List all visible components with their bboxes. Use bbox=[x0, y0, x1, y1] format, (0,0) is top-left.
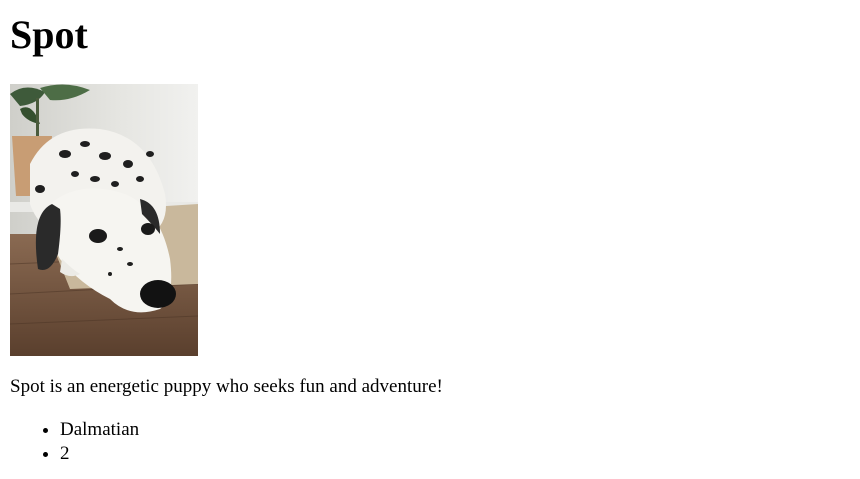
list-item: 2 bbox=[60, 442, 850, 466]
page-title: Spot bbox=[10, 12, 88, 57]
page: Spot Spot is an energetic puppy who seek… bbox=[10, 0, 850, 466]
details-list: Dalmatian 2 bbox=[10, 418, 850, 466]
description-text: Spot is an energetic puppy who seeks fun… bbox=[10, 376, 443, 397]
dog-photo bbox=[10, 84, 198, 356]
list-item: Dalmatian bbox=[60, 418, 850, 442]
